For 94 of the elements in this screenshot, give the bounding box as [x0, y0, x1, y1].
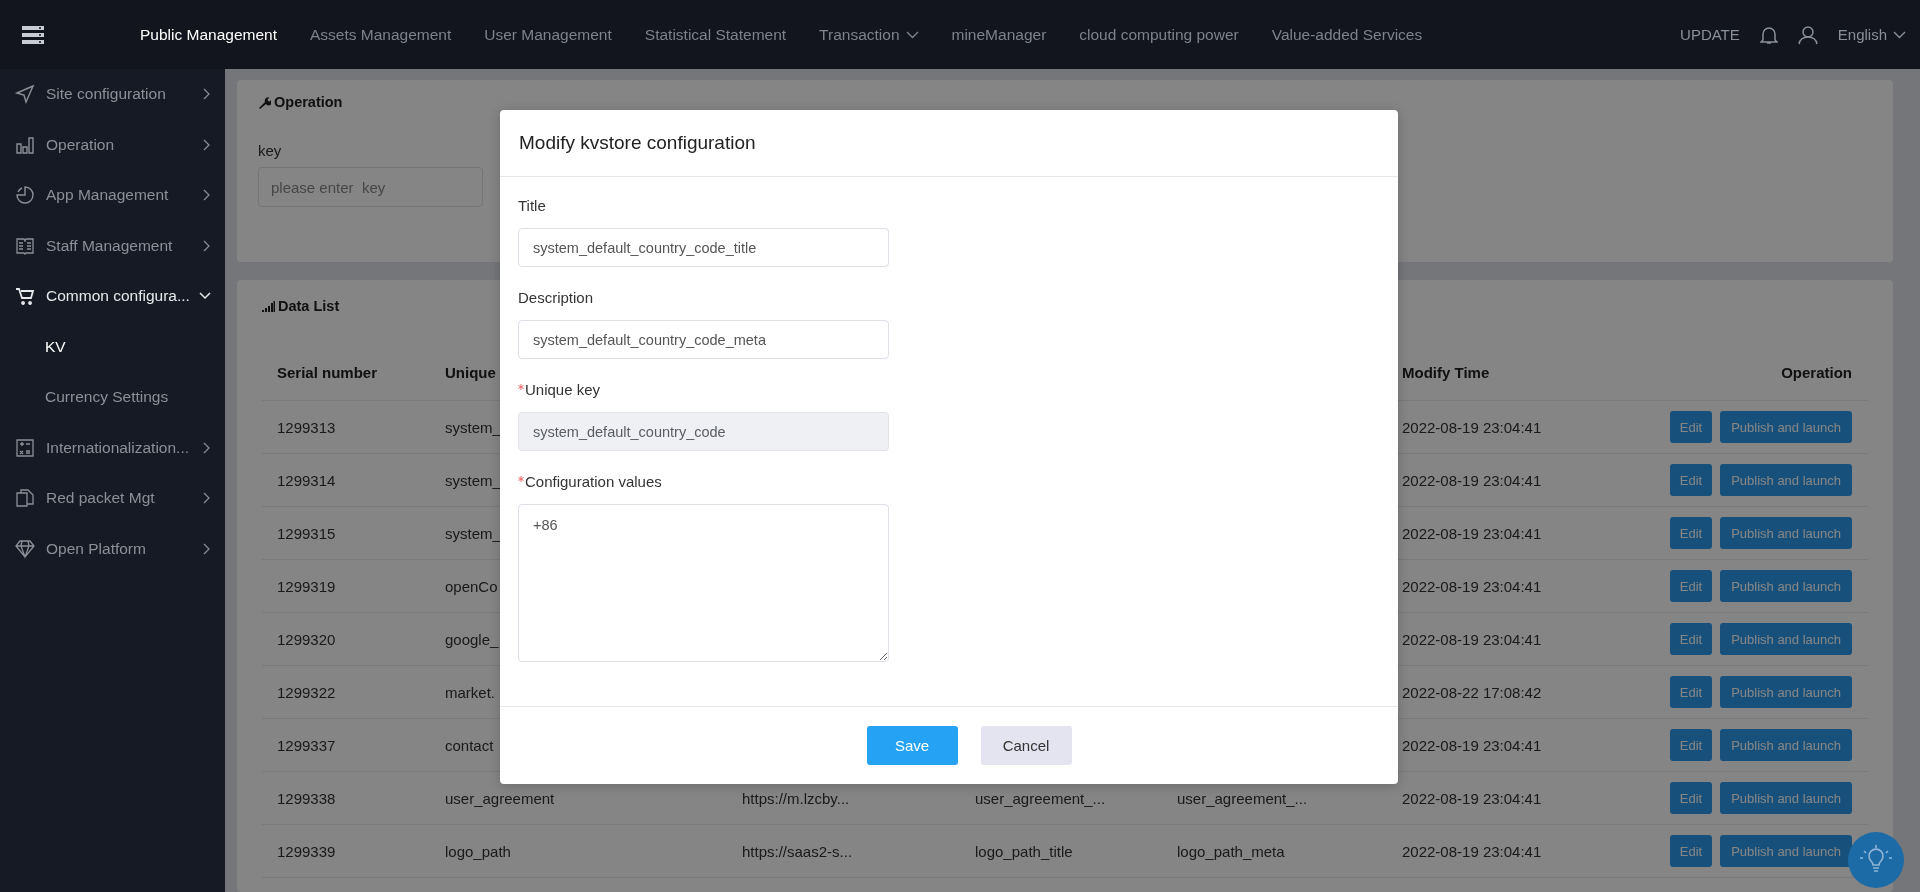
nav-menu-item[interactable]: Public Management: [140, 25, 277, 44]
sidebar-menu-item[interactable]: App Management: [0, 170, 225, 221]
column-header: Modify Time: [1402, 363, 1490, 381]
table-cell: 2022-08-19 23:04:41: [1402, 471, 1542, 489]
menu-stack-icon[interactable]: [22, 25, 44, 44]
column-header: Unique: [445, 363, 496, 381]
table-cell: 1299338: [277, 789, 336, 807]
cart-icon: [15, 286, 35, 307]
column-header: Serial number: [277, 363, 378, 381]
field-label: Title: [518, 197, 546, 214]
section-title: Data List: [278, 298, 340, 314]
textarea-field[interactable]: +86: [518, 504, 889, 662]
chevron-down-icon: [199, 292, 211, 301]
update-link[interactable]: UPDATE: [1680, 26, 1740, 43]
chevron-down-icon: [1893, 30, 1906, 39]
chevron-right-icon: [203, 88, 211, 101]
sidebar-menu-item[interactable]: Operation: [0, 119, 225, 170]
chevron-right-icon: [203, 492, 211, 505]
sidebar-menu-item[interactable]: Site configuration: [0, 69, 225, 120]
table-cell: 1299319: [277, 577, 336, 595]
table-cell: 2022-08-19 23:04:41: [1402, 630, 1542, 648]
input-field[interactable]: system_default_country_code_title: [518, 228, 889, 267]
section-title: Operation: [274, 94, 343, 110]
wrench-icon: [258, 95, 271, 109]
table-cell: 2022-08-19 23:04:41: [1402, 418, 1542, 436]
sidebar-menu-item[interactable]: Open Platform: [0, 523, 225, 574]
table-cell: 2022-08-19 23:04:41: [1402, 577, 1542, 595]
key-input-field[interactable]: please enter key: [258, 167, 483, 207]
dialog-title: Modify kvstore configuration: [519, 132, 756, 154]
table-cell: user_agreement_...: [975, 789, 1106, 807]
table-cell: https://saas2-s...: [742, 842, 853, 860]
table-cell: 2022-08-19 23:04:41: [1402, 524, 1542, 542]
signal-bars-icon: [262, 300, 275, 312]
bell-icon[interactable]: [1759, 24, 1778, 45]
sidebar-submenu-item[interactable]: Currency Settings: [0, 372, 225, 423]
chevron-right-icon: [203, 542, 211, 555]
copy-icon: [15, 488, 35, 509]
table-cell: user_agreement: [445, 789, 555, 807]
table-cell: 1299322: [277, 683, 336, 701]
table-cell: 1299320: [277, 630, 336, 648]
table-cell: logo_path_meta: [1177, 842, 1285, 860]
field-label: Unique key: [525, 381, 601, 398]
nav-menu-item[interactable]: Value-added Services: [1271, 25, 1423, 44]
bar-chart-icon: [15, 134, 35, 155]
table-cell: https://m.lzcby...: [742, 789, 850, 807]
diamond-icon: [15, 538, 35, 559]
input-field[interactable]: system_default_country_code_meta: [518, 320, 889, 359]
table-cell: system_: [445, 524, 501, 542]
nav-menu-item[interactable]: cloud computing power: [1079, 25, 1239, 44]
table-cell: 1299337: [277, 736, 336, 754]
table-cell: 1299339: [277, 842, 336, 860]
chevron-down-icon: [905, 30, 919, 39]
table-cell: 2022-08-19 23:04:41: [1402, 736, 1542, 754]
table-cell: logo_path: [445, 842, 511, 860]
table-cell: logo_path_title: [975, 842, 1073, 860]
calculator-icon: [15, 437, 35, 458]
chevron-right-icon: [203, 189, 211, 202]
nav-menu-item[interactable]: mineManager: [951, 25, 1047, 44]
table-cell: user_agreement_...: [1177, 789, 1308, 807]
chevron-right-icon: [203, 138, 211, 151]
table-cell: 1299315: [277, 524, 336, 542]
table-cell: market.: [445, 683, 495, 701]
column-header: Operation: [1781, 363, 1852, 381]
nav-menu-item[interactable]: Transaction: [819, 25, 919, 44]
sidebar-menu-item[interactable]: Common configura...: [0, 271, 225, 322]
sidebar-menu-item[interactable]: Internationalization...: [0, 422, 225, 473]
user-icon[interactable]: [1797, 24, 1818, 45]
language-dropdown[interactable]: English: [1837, 26, 1906, 43]
save-button[interactable]: Save: [866, 726, 958, 765]
table-cell: 1299313: [277, 418, 336, 436]
pie-icon: [15, 185, 35, 206]
table-cell: system_: [445, 471, 501, 489]
table-cell: 2022-08-19 23:04:41: [1402, 789, 1542, 807]
book-icon: [15, 235, 35, 256]
sidebar-menu-item[interactable]: Staff Management: [0, 220, 225, 271]
nav-menu-item[interactable]: User Management: [484, 25, 612, 44]
chevron-right-icon: [203, 239, 211, 252]
nav-menu-item[interactable]: Statistical Statement: [644, 25, 787, 44]
nav-menu-item[interactable]: Assets Management: [310, 25, 452, 44]
cancel-button[interactable]: Cancel: [980, 726, 1072, 765]
field-label: Description: [518, 289, 594, 306]
table-cell: 2022-08-19 23:04:41: [1402, 842, 1542, 860]
table-cell: google_: [445, 630, 499, 648]
table-cell: contact: [445, 736, 494, 754]
table-cell: openCo: [445, 577, 498, 595]
sidebar-menu-item[interactable]: Red packet Mgt: [0, 473, 225, 524]
table-cell: 2022-08-22 17:08:42: [1402, 683, 1542, 701]
table-cell: 1299314: [277, 471, 336, 489]
chevron-right-icon: [203, 441, 211, 454]
send-icon: [15, 84, 35, 105]
field-label: Configuration values: [525, 473, 662, 490]
field-label: key: [258, 142, 282, 159]
sidebar-submenu-item[interactable]: KV: [0, 321, 225, 372]
table-cell: system_: [445, 418, 501, 436]
